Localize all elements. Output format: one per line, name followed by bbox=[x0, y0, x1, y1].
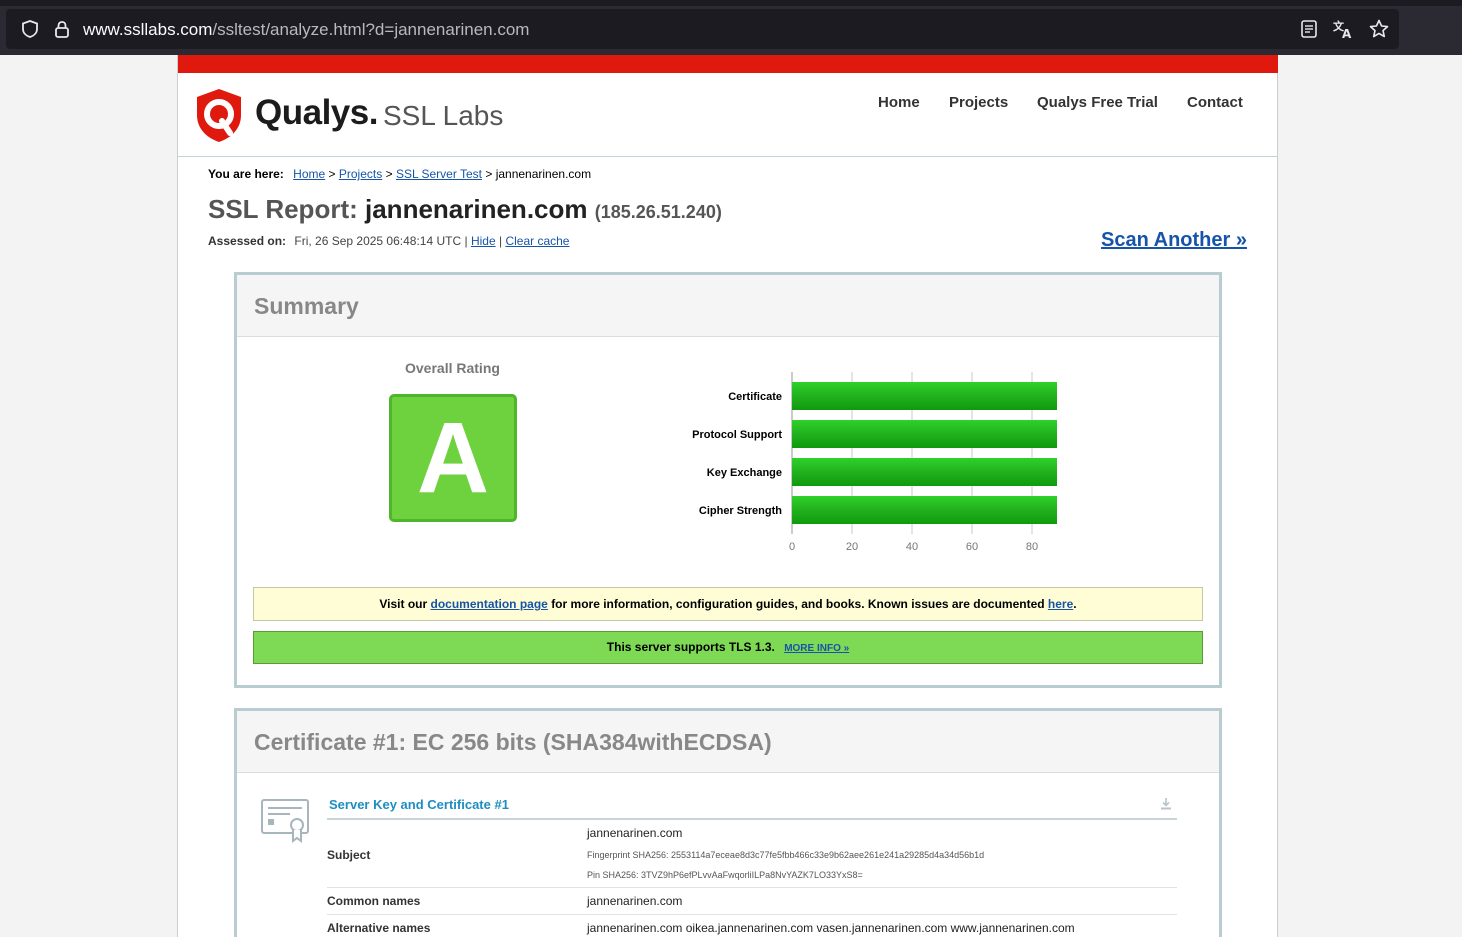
server-key-section-title: Server Key and Certificate #1 bbox=[329, 797, 509, 812]
page-title: SSL Report: jannenarinen.com (185.26.51.… bbox=[208, 194, 722, 225]
summary-box: Summary Overall Rating A Certificate Prot… bbox=[234, 272, 1222, 688]
title-prefix: SSL Report: bbox=[208, 194, 358, 224]
chart-tick-label: 20 bbox=[846, 541, 858, 553]
svg-text:A: A bbox=[1342, 27, 1352, 40]
chart-tick-label: 0 bbox=[789, 541, 795, 553]
nav-home[interactable]: Home bbox=[878, 94, 920, 111]
chart-bar bbox=[792, 458, 1057, 486]
chart-category-label: Cipher Strength bbox=[699, 505, 782, 517]
breadcrumb-label: You are here: bbox=[208, 167, 284, 181]
common-names-value: jannenarinen.com bbox=[587, 894, 683, 908]
certificate-title: Certificate #1: EC 256 bits (SHA384withE… bbox=[254, 729, 772, 755]
address-bar[interactable]: www.ssllabs.com/ssltest/analyze.html?d=j… bbox=[6, 9, 1399, 49]
top-red-bar bbox=[178, 55, 1278, 73]
nav-contact[interactable]: Contact bbox=[1187, 94, 1243, 111]
assessed-label: Assessed on: bbox=[208, 234, 287, 248]
bookmark-star-icon[interactable] bbox=[1368, 18, 1390, 40]
doc-note-middle: for more information, configuration guid… bbox=[551, 597, 1045, 611]
subject-fingerprint: Fingerprint SHA256: 2553114a7eceae8d3c77… bbox=[587, 850, 985, 860]
chart-bar bbox=[792, 496, 1057, 524]
alternative-names-value: jannenarinen.com oikea.jannenarinen.com … bbox=[587, 921, 1075, 935]
section-divider bbox=[327, 818, 1177, 820]
chart-tick-label: 80 bbox=[1026, 541, 1038, 553]
site-header: Qualys. SSL Labs Home Projects Qualys Fr… bbox=[178, 73, 1278, 157]
assessed-on: Assessed on: Fri, 26 Sep 2025 06:48:14 U… bbox=[208, 234, 569, 248]
documentation-notice: Visit our documentation page for more in… bbox=[253, 587, 1203, 621]
subject-pin: Pin SHA256: 3TVZ9hP6efPLvvAaFwqorliILPa8… bbox=[587, 870, 863, 880]
breadcrumb-home[interactable]: Home bbox=[293, 167, 325, 181]
summary-title: Summary bbox=[254, 293, 359, 319]
download-icon[interactable] bbox=[1159, 797, 1173, 811]
common-names-label: Common names bbox=[327, 894, 421, 908]
breadcrumb-ssl-server-test[interactable]: SSL Server Test bbox=[396, 167, 482, 181]
url-text[interactable]: www.ssllabs.com/ssltest/analyze.html?d=j… bbox=[83, 20, 529, 40]
chart-bar bbox=[792, 382, 1057, 410]
assessed-pipe: | bbox=[498, 234, 503, 248]
rating-bar-chart: Certificate Protocol Support Key Exchange C… bbox=[692, 372, 1057, 553]
scan-another-link[interactable]: Scan Another » bbox=[1101, 229, 1247, 252]
known-issues-here-link[interactable]: here bbox=[1048, 597, 1073, 611]
title-host: jannenarinen.com bbox=[365, 194, 588, 224]
logo-brand-text[interactable]: Qualys. bbox=[255, 93, 378, 133]
clear-cache-link[interactable]: Clear cache bbox=[505, 234, 569, 248]
chart-tick-label: 60 bbox=[966, 541, 978, 553]
chart-bar bbox=[792, 420, 1057, 448]
breadcrumb-projects[interactable]: Projects bbox=[339, 167, 382, 181]
nav-projects[interactable]: Projects bbox=[949, 94, 1008, 111]
breadcrumb-sep: > bbox=[328, 167, 336, 181]
chart-category-label: Key Exchange bbox=[707, 467, 782, 479]
row-divider bbox=[327, 887, 1177, 888]
chart-tick-label: 40 bbox=[906, 541, 918, 553]
browser-toolbar: www.ssllabs.com/ssltest/analyze.html?d=j… bbox=[0, 0, 1462, 55]
breadcrumb-sep: > bbox=[485, 167, 493, 181]
tls-note-text: This server supports TLS 1.3. bbox=[606, 640, 775, 654]
tls-more-info-link[interactable]: MORE INFO » bbox=[784, 643, 849, 654]
url-path: /ssltest/analyze.html?d=jannenarinen.com bbox=[212, 20, 530, 39]
tls13-notice: This server supports TLS 1.3. MORE INFO … bbox=[253, 631, 1203, 664]
browser-tabstrip bbox=[0, 0, 1462, 6]
documentation-page-link[interactable]: documentation page bbox=[431, 597, 548, 611]
alternative-names-label: Alternative names bbox=[327, 921, 431, 935]
shield-icon[interactable] bbox=[20, 19, 40, 39]
doc-note-end: . bbox=[1073, 597, 1077, 611]
certificate-icon bbox=[261, 799, 309, 843]
grade-badge: A bbox=[389, 394, 517, 522]
overall-rating-label: Overall Rating bbox=[405, 360, 500, 376]
subject-value: jannenarinen.com bbox=[587, 826, 683, 840]
translate-icon[interactable]: 文 A bbox=[1332, 18, 1354, 40]
lock-icon[interactable] bbox=[52, 19, 72, 39]
certificate-box: Certificate #1: EC 256 bits (SHA384withE… bbox=[234, 708, 1222, 937]
chart-category-label: Protocol Support bbox=[692, 429, 782, 441]
breadcrumb: You are here: Home > Projects > SSL Serv… bbox=[208, 167, 591, 181]
certificate-header: Certificate #1: EC 256 bits (SHA384withE… bbox=[237, 711, 1219, 773]
logo-product-text[interactable]: SSL Labs bbox=[383, 100, 503, 132]
doc-note-prefix: Visit our bbox=[379, 597, 428, 611]
page-container: Qualys. SSL Labs Home Projects Qualys Fr… bbox=[177, 55, 1278, 937]
hide-link[interactable]: Hide bbox=[471, 234, 496, 248]
url-domain: www.ssllabs.com bbox=[83, 20, 213, 39]
assessed-value: Fri, 26 Sep 2025 06:48:14 UTC | bbox=[294, 234, 468, 248]
chart-category-label: Certificate bbox=[728, 391, 782, 403]
breadcrumb-sep: > bbox=[385, 167, 393, 181]
nav-qualys-free-trial[interactable]: Qualys Free Trial bbox=[1037, 94, 1158, 111]
reader-view-icon[interactable] bbox=[1298, 18, 1320, 40]
subject-label: Subject bbox=[327, 848, 371, 862]
row-divider bbox=[327, 914, 1177, 915]
summary-header: Summary bbox=[237, 275, 1219, 337]
breadcrumb-current: jannenarinen.com bbox=[495, 167, 592, 181]
title-ip: (185.26.51.240) bbox=[594, 202, 722, 222]
qualys-shield-logo-icon[interactable] bbox=[194, 87, 244, 143]
